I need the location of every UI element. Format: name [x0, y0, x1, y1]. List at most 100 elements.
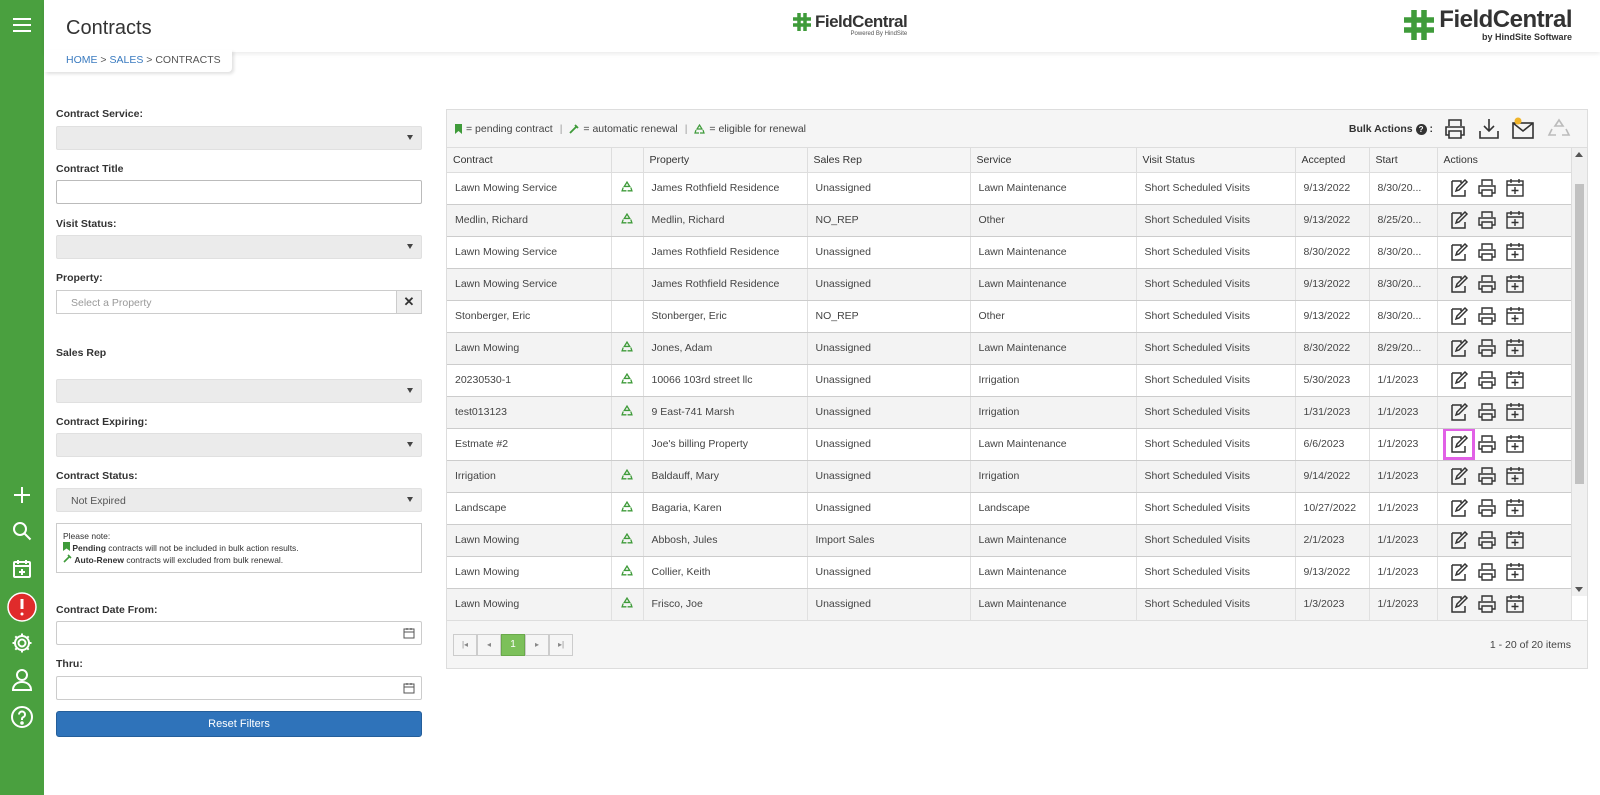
col-header-service[interactable]: Service	[970, 148, 1137, 173]
print-contract-icon[interactable]	[1476, 497, 1498, 519]
calendar-add-icon[interactable]	[0, 552, 44, 586]
schedule-visit-icon[interactable]	[1504, 337, 1526, 359]
property-input[interactable]: Select a Property	[56, 290, 396, 314]
col-header-accepted[interactable]: Accepted	[1295, 148, 1370, 173]
table-row[interactable]: 20230530-1 10066 103rd street llc Unassign…	[447, 364, 1572, 397]
add-icon[interactable]	[0, 478, 44, 512]
contract-service-select[interactable]	[56, 126, 422, 150]
edit-contract-icon[interactable]	[1448, 209, 1470, 231]
prev-page-button[interactable]: ◂	[477, 634, 501, 656]
table-row[interactable]: Lawn Mowing Service James Rothfield Resid…	[447, 172, 1572, 205]
edit-contract-icon[interactable]	[1448, 369, 1470, 391]
alert-icon[interactable]	[0, 590, 44, 624]
col-header-property[interactable]: Property	[643, 148, 808, 173]
gear-icon[interactable]	[0, 626, 44, 660]
table-row[interactable]: Estmate #2 Joe's billing Property Unassign…	[447, 428, 1572, 461]
print-contract-icon[interactable]	[1476, 561, 1498, 583]
schedule-visit-icon[interactable]	[1504, 177, 1526, 199]
edit-contract-icon[interactable]	[1448, 465, 1470, 487]
print-contract-icon[interactable]	[1476, 369, 1498, 391]
bulk-email-icon[interactable]	[1511, 117, 1537, 141]
edit-contract-icon[interactable]	[1448, 529, 1470, 551]
contract-expiring-select[interactable]	[56, 433, 422, 457]
schedule-visit-icon[interactable]	[1504, 401, 1526, 423]
grid-scrollbar[interactable]	[1571, 148, 1587, 596]
page-1-button[interactable]: 1	[501, 634, 525, 656]
schedule-visit-icon[interactable]	[1504, 273, 1526, 295]
calendar-icon[interactable]	[403, 682, 415, 694]
table-row[interactable]: Stonberger, Eric Stonberger, Eric NO_REP Ot…	[447, 300, 1572, 333]
edit-contract-icon[interactable]	[1448, 337, 1470, 359]
first-page-button[interactable]: |◂	[453, 634, 477, 656]
user-icon[interactable]	[0, 663, 44, 697]
schedule-visit-icon[interactable]	[1504, 497, 1526, 519]
scroll-down-icon[interactable]	[1575, 587, 1583, 592]
table-row[interactable]: Lawn Mowing Abbosh, Jules Import Sales Lawn…	[447, 524, 1572, 557]
sales-rep-select[interactable]	[56, 379, 422, 403]
col-header-start[interactable]: Start	[1369, 148, 1438, 173]
contract-status-select[interactable]: Not Expired	[56, 488, 422, 512]
edit-contract-icon[interactable]	[1448, 177, 1470, 199]
reset-filters-button[interactable]: Reset Filters	[56, 711, 422, 737]
scroll-up-icon[interactable]	[1575, 152, 1583, 157]
thru-date-input[interactable]	[56, 676, 422, 700]
table-row[interactable]: Lawn Mowing Service James Rothfield Resid…	[447, 268, 1572, 301]
last-page-button[interactable]: ▸|	[549, 634, 573, 656]
search-icon[interactable]	[0, 514, 44, 548]
breadcrumb-home-link[interactable]: HOME	[66, 54, 98, 66]
col-header-sales-rep[interactable]: Sales Rep	[807, 148, 971, 173]
contract-title-input[interactable]	[56, 180, 422, 204]
contract-date-from-input[interactable]	[56, 621, 422, 645]
bulk-renew-icon[interactable]	[1547, 117, 1571, 141]
print-contract-icon[interactable]	[1476, 241, 1498, 263]
edit-contract-icon[interactable]	[1448, 561, 1470, 583]
bulk-download-icon[interactable]	[1477, 117, 1501, 141]
table-row[interactable]: Lawn Mowing Frisco, Joe Unassigned Lawn Mai…	[447, 588, 1572, 621]
edit-contract-icon[interactable]	[1448, 593, 1470, 615]
schedule-visit-icon[interactable]	[1504, 241, 1526, 263]
print-contract-icon[interactable]	[1476, 529, 1498, 551]
edit-contract-icon[interactable]	[1448, 497, 1470, 519]
table-row[interactable]: Lawn Mowing Jones, Adam Unassigned Lawn Mai…	[447, 332, 1572, 365]
hamburger-menu-icon[interactable]	[0, 8, 44, 42]
print-contract-icon[interactable]	[1476, 177, 1498, 199]
table-row[interactable]: Landscape Bagaria, Karen Unassigned Landsca…	[447, 492, 1572, 525]
table-row[interactable]: Irrigation Baldauff, Mary Unassigned Irriga…	[447, 460, 1572, 493]
schedule-visit-icon[interactable]	[1504, 305, 1526, 327]
col-header-contract[interactable]: Contract	[447, 148, 612, 173]
schedule-visit-icon[interactable]	[1504, 465, 1526, 487]
print-contract-icon[interactable]	[1476, 401, 1498, 423]
schedule-visit-icon[interactable]	[1504, 561, 1526, 583]
print-contract-icon[interactable]	[1476, 209, 1498, 231]
schedule-visit-icon[interactable]	[1504, 593, 1526, 615]
help-icon[interactable]	[0, 700, 44, 734]
visit-status-select[interactable]	[56, 235, 422, 259]
bulk-print-icon[interactable]	[1443, 117, 1467, 141]
table-row[interactable]: Lawn Mowing Service James Rothfield Resid…	[447, 236, 1572, 269]
schedule-visit-icon[interactable]	[1504, 209, 1526, 231]
table-row[interactable]: Medlin, Richard Medlin, Richard NO_REP Othe…	[447, 204, 1572, 237]
next-page-button[interactable]: ▸	[525, 634, 549, 656]
schedule-visit-icon[interactable]	[1504, 433, 1526, 455]
table-row[interactable]: test013123 9 East-741 Marsh Unassigned Irri…	[447, 396, 1572, 429]
edit-contract-icon[interactable]	[1448, 273, 1470, 295]
edit-contract-icon[interactable]	[1448, 401, 1470, 423]
print-contract-icon[interactable]	[1476, 465, 1498, 487]
schedule-visit-icon[interactable]	[1504, 529, 1526, 551]
help-icon[interactable]: ?	[1415, 124, 1427, 135]
breadcrumb-sales-link[interactable]: SALES	[109, 54, 143, 66]
scroll-thumb[interactable]	[1575, 184, 1584, 484]
print-contract-icon[interactable]	[1476, 593, 1498, 615]
print-contract-icon[interactable]	[1476, 433, 1498, 455]
schedule-visit-icon[interactable]	[1504, 369, 1526, 391]
calendar-icon[interactable]	[403, 627, 415, 639]
edit-contract-icon[interactable]	[1442, 428, 1475, 459]
print-contract-icon[interactable]	[1476, 337, 1498, 359]
clear-property-button[interactable]: ✕	[396, 290, 422, 314]
table-row[interactable]: Lawn Mowing Collier, Keith Unassigned Lawn …	[447, 556, 1572, 589]
edit-contract-icon[interactable]	[1448, 305, 1470, 327]
print-contract-icon[interactable]	[1476, 305, 1498, 327]
col-header-visit-status[interactable]: Visit Status	[1136, 148, 1296, 173]
edit-contract-icon[interactable]	[1448, 241, 1470, 263]
print-contract-icon[interactable]	[1476, 273, 1498, 295]
